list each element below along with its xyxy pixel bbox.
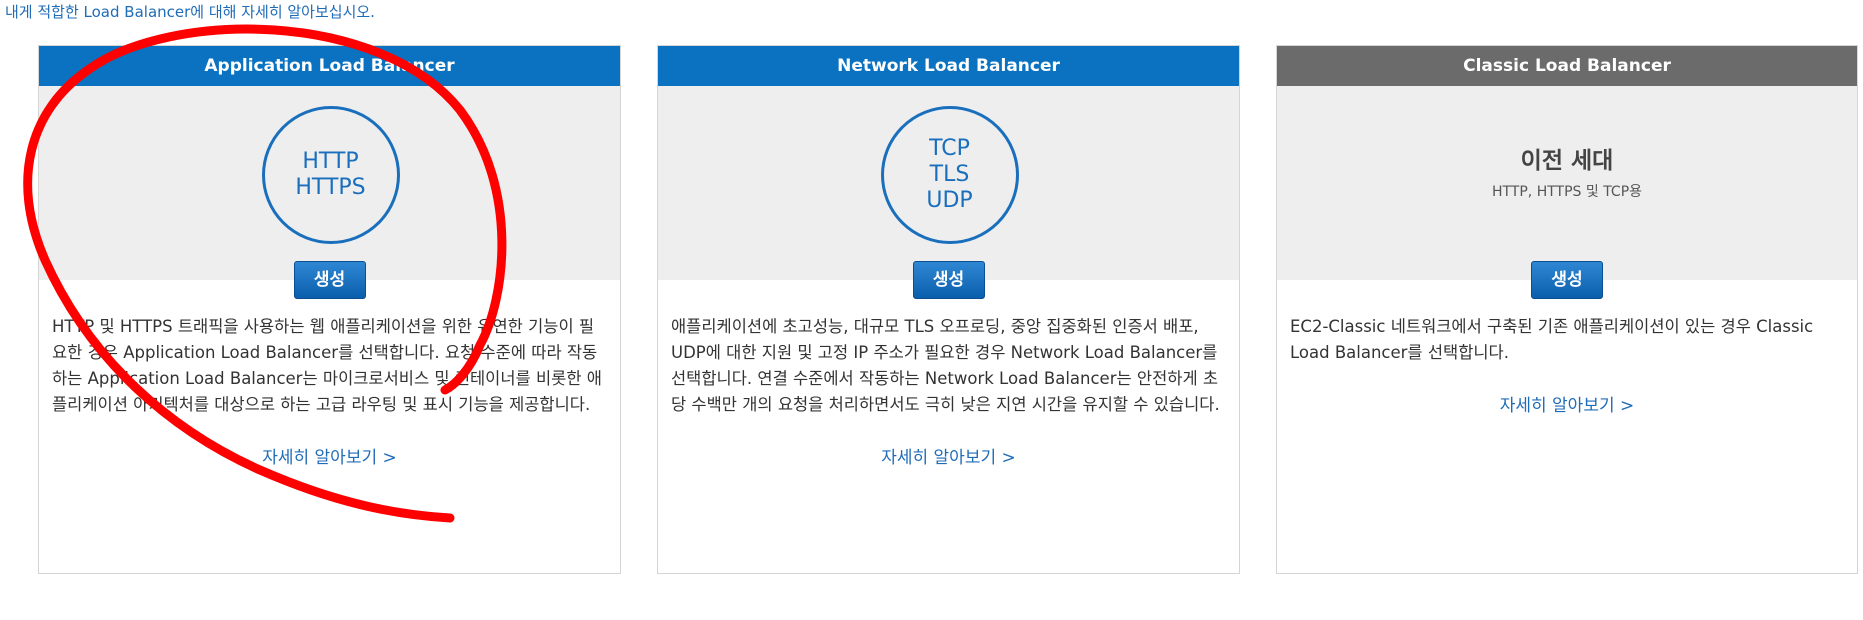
alb-protocol-https: HTTPS xyxy=(295,175,366,200)
clb-card: Classic Load Balancer 이전 세대 HTTP, HTTPS … xyxy=(1276,45,1858,574)
nlb-card-title: Network Load Balancer xyxy=(658,46,1239,86)
nlb-protocol-circle: TCP TLS UDP xyxy=(880,106,1019,244)
nlb-hero: TCP TLS UDP 생성 xyxy=(658,86,1239,299)
intro-text: 내게 적합한 Load Balancer에 대해 자세히 알아보십시오. xyxy=(5,3,375,21)
alb-description: HTTP 및 HTTPS 트래픽을 사용하는 웹 애플리케이션을 위한 유연한 … xyxy=(52,317,602,414)
alb-protocol-http: HTTP xyxy=(302,149,359,174)
alb-learn-more-link[interactable]: 자세히 알아보기 > xyxy=(39,443,620,468)
alb-protocol-circle: HTTP HTTPS xyxy=(261,106,400,244)
nlb-protocol-tcp: TCP xyxy=(929,136,970,161)
nlb-protocol-udp: UDP xyxy=(926,188,973,213)
nlb-card: Network Load Balancer TCP TLS UDP 생성 애플리… xyxy=(657,45,1240,574)
clb-legacy-subtitle: HTTP, HTTPS 및 TCP용 xyxy=(1491,184,1643,200)
clb-hero: 이전 세대 HTTP, HTTPS 및 TCP용 생성 xyxy=(1277,86,1857,299)
nlb-protocol-tls: TLS xyxy=(929,162,970,187)
nlb-learn-more-link[interactable]: 자세히 알아보기 > xyxy=(658,443,1239,468)
clb-legacy-title: 이전 세대 xyxy=(1520,148,1614,174)
clb-card-title: Classic Load Balancer xyxy=(1277,46,1857,86)
nlb-description: 애플리케이션에 초고성능, 대규모 TLS 오프로딩, 중앙 집중화된 인증서 … xyxy=(671,317,1220,414)
alb-create-button[interactable]: 생성 xyxy=(293,261,366,299)
clb-create-button[interactable]: 생성 xyxy=(1531,261,1603,299)
nlb-create-button[interactable]: 생성 xyxy=(912,261,985,299)
clb-description: EC2-Classic 네트워크에서 구축된 기존 애플리케이션이 있는 경우 … xyxy=(1290,317,1814,362)
alb-card: Application Load Balancer HTTP HTTPS 생성 … xyxy=(38,45,621,574)
alb-hero: HTTP HTTPS 생성 xyxy=(39,86,620,299)
clb-legacy-block: 이전 세대 HTTP, HTTPS 및 TCP용 xyxy=(1277,141,1857,201)
clb-learn-more-link[interactable]: 자세히 알아보기 > xyxy=(1277,391,1857,416)
alb-card-title: Application Load Balancer xyxy=(39,46,620,86)
